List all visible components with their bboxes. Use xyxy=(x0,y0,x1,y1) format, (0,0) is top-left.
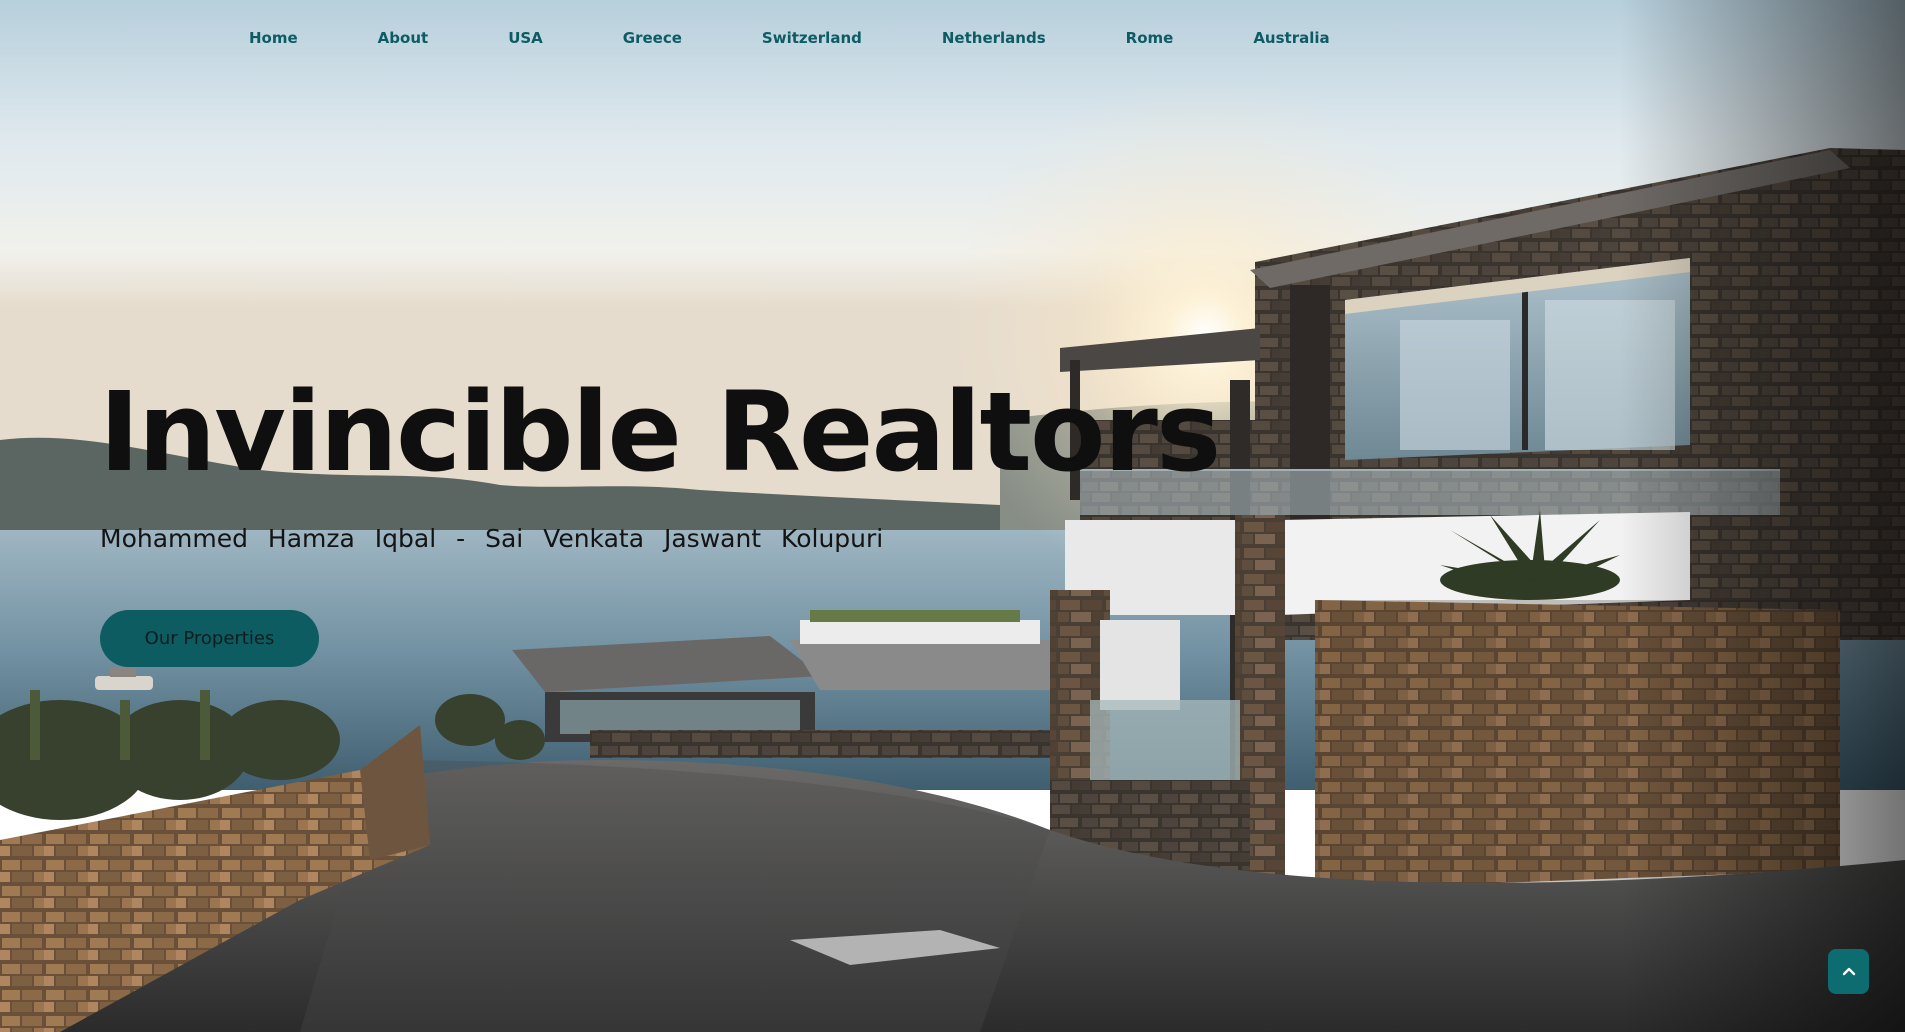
nav-link-switzerland[interactable]: Switzerland xyxy=(762,29,862,47)
nav-link-australia[interactable]: Australia xyxy=(1253,29,1329,47)
nav-link-netherlands[interactable]: Netherlands xyxy=(942,29,1046,47)
nav-link-usa[interactable]: USA xyxy=(508,29,543,47)
hero-title: Invincible Realtors xyxy=(99,368,1221,496)
scroll-to-top-button[interactable] xyxy=(1828,949,1869,994)
nav-link-rome[interactable]: Rome xyxy=(1126,29,1174,47)
hero-background-image xyxy=(0,0,1905,1032)
our-properties-button[interactable]: Our Properties xyxy=(100,610,319,667)
nav-link-greece[interactable]: Greece xyxy=(623,29,682,47)
chevron-up-icon xyxy=(1842,964,1856,979)
landing-page: Home About USA Greece Switzerland Nether… xyxy=(0,0,1905,1032)
top-navigation: Home About USA Greece Switzerland Nether… xyxy=(249,26,1330,50)
hero-subtitle: Mohammed Hamza Iqbal - Sai Venkata Jaswa… xyxy=(100,524,884,553)
nav-link-about[interactable]: About xyxy=(378,29,429,47)
nav-link-home[interactable]: Home xyxy=(249,29,298,47)
